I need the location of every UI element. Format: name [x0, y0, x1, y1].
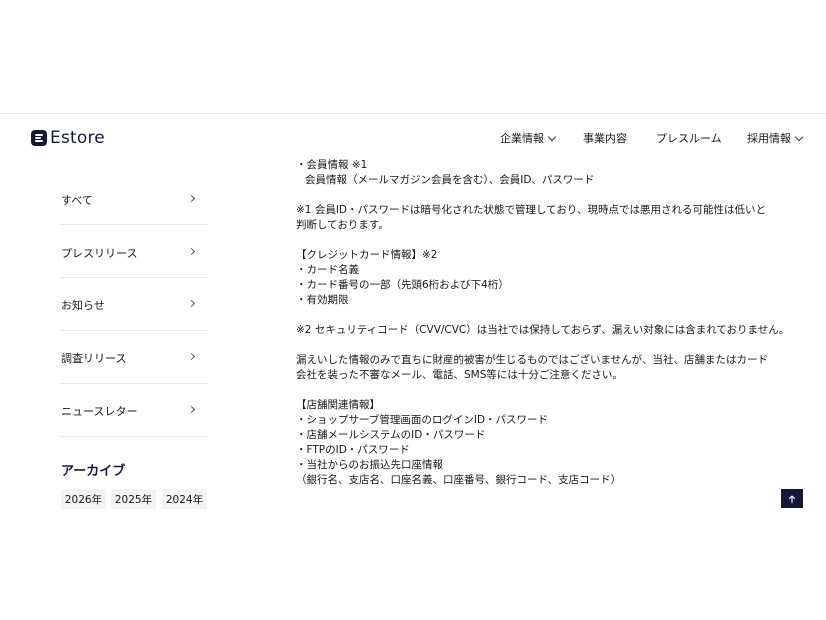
- logo[interactable]: Estore: [31, 128, 105, 148]
- nav-business[interactable]: 事業内容: [583, 130, 627, 146]
- sidebar-item-label: お知らせ: [61, 299, 105, 312]
- store-item: ・ショップサーブ管理画面のログインID・パスワード: [296, 414, 549, 426]
- store-item: ・店舗メールシステムのID・パスワード: [296, 429, 486, 441]
- sidebar-item-press-release[interactable]: プレスリリース: [60, 225, 208, 278]
- sidebar-item-label: ニュースレター: [61, 405, 138, 418]
- sidebar-item-all[interactable]: すべて: [60, 172, 208, 225]
- archive-year-2024[interactable]: 2024年: [162, 489, 207, 509]
- nav-press-room[interactable]: プレスルーム: [656, 130, 722, 146]
- member-detail: 会員情報（メールマガジン会員を含む）、会員ID、パスワード: [305, 174, 595, 186]
- card-item: ・カード名義: [296, 264, 359, 276]
- warning-text: 漏えいした情報のみで直ちに財産的被害が生じるものではございませんが、当社、店舗ま…: [296, 354, 768, 381]
- chevron-right-icon: [187, 405, 196, 414]
- archive-heading: アーカイブ: [61, 464, 126, 479]
- sidebar-item-newsletter[interactable]: ニュースレター: [60, 384, 208, 437]
- sidebar-item-news[interactable]: お知らせ: [60, 278, 208, 331]
- nav-label: 事業内容: [583, 132, 627, 145]
- nav-label: 企業情報: [500, 132, 544, 145]
- arrow-up-icon: [788, 494, 796, 503]
- store-item: ・当社からのお振込先口座情報: [296, 459, 443, 471]
- chevron-right-icon: [187, 247, 196, 256]
- article-body: ・会員情報 ※1 会員情報（メールマガジン会員を含む）、会員ID、パスワード ※…: [296, 158, 790, 488]
- sidebar-item-research-release[interactable]: 調査リリース: [60, 331, 208, 384]
- store-heading: 【店舗関連情報】: [296, 399, 380, 411]
- sidebar-item-label: すべて: [61, 194, 93, 207]
- store-detail: （銀行名、支店名、口座名義、口座番号、銀行コード、支店コード）: [296, 474, 622, 486]
- chevron-right-icon: [187, 352, 196, 361]
- estore-logo-icon: [31, 130, 47, 146]
- nav-recruit[interactable]: 採用情報: [747, 130, 804, 146]
- scroll-to-top-button[interactable]: [781, 489, 803, 508]
- nav-label: 採用情報: [747, 132, 791, 145]
- card-heading: 【クレジットカード情報】※2: [296, 249, 438, 261]
- nav-company-info[interactable]: 企業情報: [500, 130, 557, 146]
- archive-year-2025[interactable]: 2025年: [111, 489, 156, 509]
- archive-year-2026[interactable]: 2026年: [61, 489, 106, 509]
- chevron-down-icon: [547, 132, 557, 141]
- chevron-right-icon: [187, 299, 196, 308]
- page: Estore 企業情報 事業内容 プレスルーム 採用情報 すべて プレスリリース…: [0, 0, 826, 620]
- sidebar-item-label: 調査リリース: [61, 352, 127, 365]
- store-item: ・FTPのID・パスワード: [296, 444, 410, 456]
- member-item: ・会員情報 ※1: [296, 159, 368, 171]
- logo-text: Estore: [50, 128, 105, 148]
- card-item: ・有効期限: [296, 294, 349, 306]
- header-divider: [0, 113, 826, 114]
- nav-label: プレスルーム: [656, 132, 722, 145]
- note-1: ※1 会員ID・パスワードは暗号化された状態で管理しており、現時点では悪用される…: [296, 204, 766, 231]
- chevron-down-icon: [794, 132, 804, 141]
- card-item: ・カード番号の一部（先頭6桁および下4桁）: [296, 279, 509, 291]
- chevron-right-icon: [187, 194, 196, 203]
- note-2: ※2 セキュリティコード（CVV/CVC）は当社では保持しておらず、漏えい対象に…: [296, 324, 790, 336]
- sidebar-item-label: プレスリリース: [61, 247, 138, 260]
